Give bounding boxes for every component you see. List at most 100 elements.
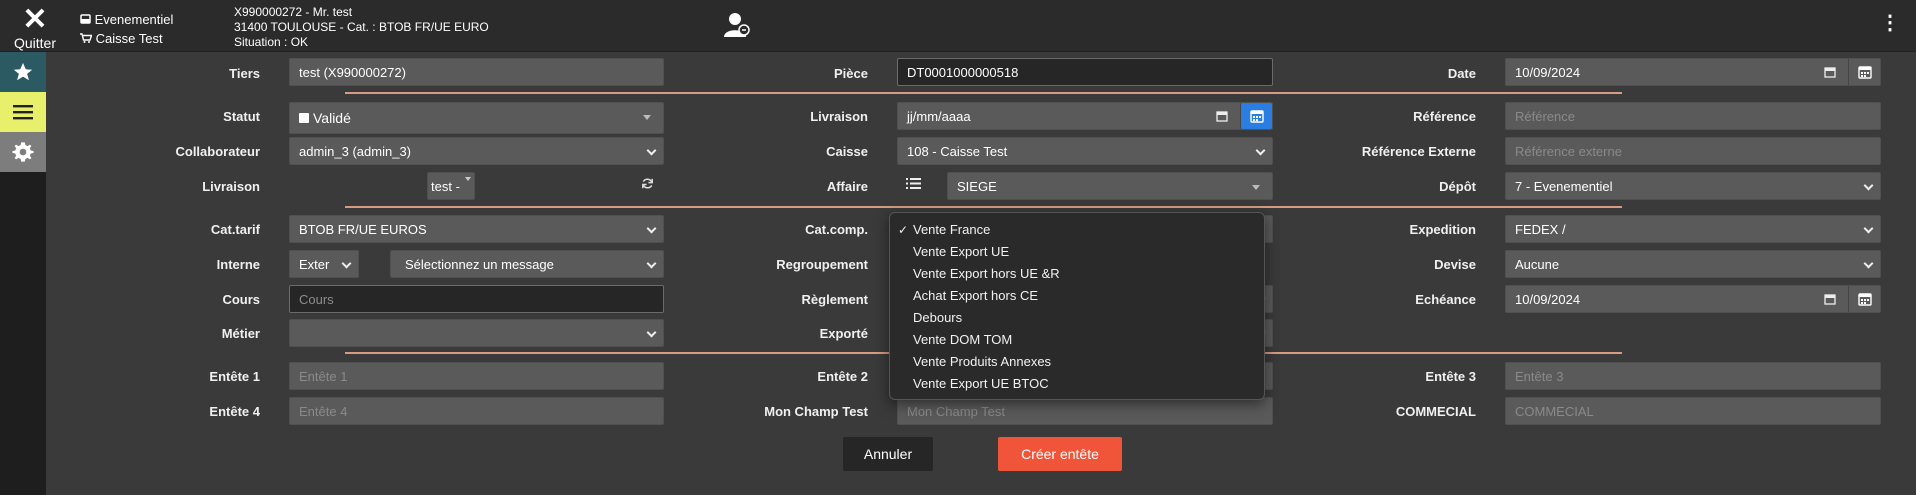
close-icon: ✕ bbox=[22, 3, 48, 36]
chevron-down-icon bbox=[1863, 258, 1874, 269]
quit-button[interactable]: ✕ Quitter bbox=[10, 3, 60, 52]
quit-label: Quitter bbox=[13, 35, 56, 51]
sidebar bbox=[0, 52, 46, 495]
collaborateur-select[interactable]: admin_3 (admin_3) bbox=[289, 137, 664, 165]
chevron-down-icon bbox=[465, 177, 471, 181]
label-date: Date bbox=[1447, 66, 1476, 81]
client-line3: Situation : OK bbox=[234, 35, 309, 49]
label-regroupement: Regroupement bbox=[776, 257, 868, 272]
date-picker-small-icon[interactable] bbox=[1824, 66, 1836, 81]
label-reference-externe: Référence Externe bbox=[1361, 144, 1476, 159]
store-row: Evenementiel bbox=[80, 10, 173, 29]
dropdown-option[interactable]: Debours bbox=[890, 307, 1264, 329]
label-mon-champ-test: Mon Champ Test bbox=[764, 404, 868, 419]
cat-tarif-select[interactable]: BTOB FR/UE EUROS bbox=[289, 215, 664, 243]
mon-champ-test-input[interactable]: Mon Champ Test bbox=[897, 397, 1273, 425]
statut-select[interactable]: Validé bbox=[289, 102, 664, 134]
label-reference: Référence bbox=[1413, 109, 1476, 124]
menu-icon bbox=[13, 105, 33, 120]
dropdown-option[interactable]: Vente Export hors UE &R bbox=[890, 263, 1264, 285]
dropdown-option[interactable]: Vente Export UE bbox=[890, 241, 1264, 263]
collaborateur-value: admin_3 (admin_3) bbox=[299, 143, 412, 159]
label-cours: Cours bbox=[222, 292, 260, 307]
interne-value: Exter bbox=[299, 256, 330, 272]
label-interne: Interne bbox=[216, 257, 260, 272]
label-cat-tarif: Cat.tarif bbox=[210, 222, 260, 237]
user-switch-icon[interactable] bbox=[722, 10, 752, 40]
livraison-date-field[interactable]: jj/mm/aaaa bbox=[897, 102, 1273, 130]
devise-select[interactable]: Aucune bbox=[1505, 250, 1881, 278]
affaire-select[interactable]: SIEGE bbox=[947, 172, 1273, 200]
echeance-small-calendar-icon[interactable] bbox=[1824, 293, 1836, 308]
store-info: Evenementiel Caisse Test bbox=[80, 10, 173, 48]
dropdown-option[interactable]: Achat Export hors CE bbox=[890, 285, 1264, 307]
checkmark-icon: ✓ bbox=[898, 223, 909, 237]
entete4-input[interactable]: Entête 4 bbox=[289, 397, 664, 425]
dropdown-option[interactable]: Vente Produits Annexes bbox=[890, 351, 1264, 373]
cat-comp-dropdown: ✓ Vente France Vente Export UE Vente Expo… bbox=[889, 212, 1265, 400]
chevron-down-icon bbox=[341, 258, 352, 269]
depot-select[interactable]: 7 - Evenementiel bbox=[1505, 172, 1881, 200]
label-commercial: COMMECIAL bbox=[1395, 404, 1476, 419]
client-info: X990000272 - Mr. test 31400 TOULOUSE - C… bbox=[234, 5, 489, 50]
separator-2 bbox=[345, 206, 1622, 208]
chevron-down-icon bbox=[1863, 180, 1874, 191]
label-echeance: Echéance bbox=[1415, 292, 1476, 307]
separator-1 bbox=[345, 92, 1622, 94]
livraison-small-calendar-icon[interactable] bbox=[1216, 110, 1228, 125]
devise-value: Aucune bbox=[1515, 256, 1560, 272]
date-calendar-icon[interactable] bbox=[1848, 59, 1880, 85]
label-entete4: Entête 4 bbox=[209, 404, 260, 419]
chevron-down-icon bbox=[646, 223, 657, 234]
entete1-input[interactable]: Entête 1 bbox=[289, 362, 664, 390]
label-entete1: Entête 1 bbox=[209, 369, 260, 384]
more-menu-icon[interactable]: ⋮ bbox=[1880, 12, 1900, 34]
chevron-down-icon bbox=[1255, 145, 1266, 156]
top-bar: ✕ Quitter Evenementiel Caisse Test X9900… bbox=[0, 0, 1916, 52]
interne-message-select[interactable]: Sélectionnez un message bbox=[390, 250, 664, 278]
label-caisse: Caisse bbox=[826, 144, 868, 159]
client-line2: 31400 TOULOUSE - Cat. : BTOB FR/UE EURO bbox=[234, 20, 489, 34]
label-devise: Devise bbox=[1434, 257, 1476, 272]
cancel-button[interactable]: Annuler bbox=[843, 437, 933, 471]
echeance-value: 10/09/2024 bbox=[1515, 291, 1581, 307]
metier-select[interactable] bbox=[289, 319, 664, 347]
client-line1: X990000272 - Mr. test bbox=[234, 5, 353, 19]
tiers-field[interactable]: test (X990000272) bbox=[289, 58, 664, 86]
cours-input[interactable]: Cours bbox=[289, 285, 664, 313]
store-icon bbox=[80, 12, 95, 27]
chevron-down-icon bbox=[643, 115, 651, 120]
livraison-select-value: test - bbox=[431, 178, 460, 194]
interne-select[interactable]: Exter bbox=[289, 250, 359, 278]
refresh-icon[interactable] bbox=[640, 176, 655, 196]
piece-field[interactable]: DT0001000000518 bbox=[897, 58, 1273, 86]
dropdown-option[interactable]: Vente Export UE BTOC bbox=[890, 373, 1264, 395]
depot-value: 7 - Evenementiel bbox=[1515, 178, 1613, 194]
sidebar-menu[interactable] bbox=[0, 92, 46, 132]
reference-externe-input[interactable]: Référence externe bbox=[1505, 137, 1881, 165]
chevron-down-icon bbox=[1863, 223, 1874, 234]
create-header-button[interactable]: Créer entête bbox=[998, 437, 1122, 471]
dropdown-option[interactable]: Vente DOM TOM bbox=[890, 329, 1264, 351]
chevron-down-icon bbox=[646, 327, 657, 338]
label-expedition: Expedition bbox=[1409, 222, 1476, 237]
reference-input[interactable]: Référence bbox=[1505, 102, 1881, 130]
chevron-down-icon bbox=[646, 258, 657, 269]
expedition-select[interactable]: FEDEX / bbox=[1505, 215, 1881, 243]
sidebar-settings[interactable] bbox=[0, 132, 46, 172]
echeance-calendar-icon[interactable] bbox=[1848, 286, 1880, 312]
star-icon bbox=[13, 62, 33, 81]
date-field[interactable]: 10/09/2024 bbox=[1505, 58, 1881, 86]
echeance-field[interactable]: 10/09/2024 bbox=[1505, 285, 1881, 313]
dropdown-option[interactable]: ✓ Vente France bbox=[890, 219, 1264, 241]
list-icon[interactable] bbox=[906, 177, 921, 195]
entete3-input[interactable]: Entête 3 bbox=[1505, 362, 1881, 390]
caisse-value: 108 - Caisse Test bbox=[907, 143, 1008, 159]
livraison-calendar-icon[interactable] bbox=[1240, 103, 1272, 129]
sidebar-favorites[interactable] bbox=[0, 52, 46, 92]
commercial-input[interactable]: COMMECIAL bbox=[1505, 397, 1881, 425]
livraison-select[interactable]: test - bbox=[427, 172, 475, 200]
caisse-select[interactable]: 108 - Caisse Test bbox=[897, 137, 1273, 165]
label-livraison: Livraison bbox=[810, 109, 868, 124]
affaire-value: SIEGE bbox=[957, 178, 997, 194]
